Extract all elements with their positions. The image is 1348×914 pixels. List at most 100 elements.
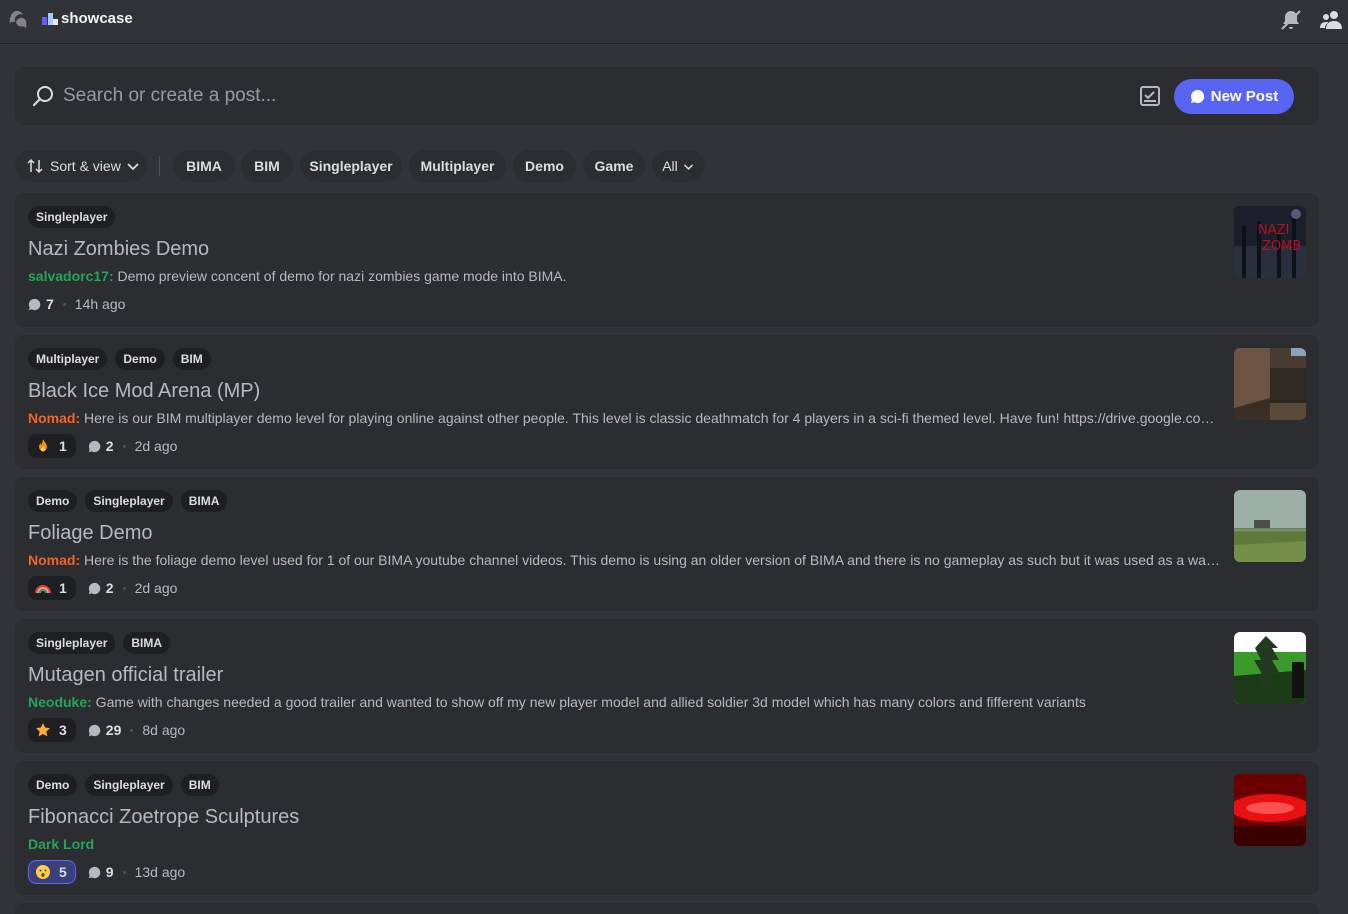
post-preview: Dark Lord <box>28 836 1220 852</box>
post-tag: Singleplayer <box>85 774 173 796</box>
new-post-button[interactable]: New Post <box>1174 79 1294 114</box>
post-message: Demo preview concent of demo for nazi zo… <box>113 268 567 284</box>
post-meta: 3 29 8d ago <box>28 718 185 742</box>
comment-count-value: 7 <box>46 296 54 312</box>
sort-view-button[interactable]: Sort & view <box>15 150 147 182</box>
post-tags: Demo Singleplayer BIMA <box>28 490 228 512</box>
post-author[interactable]: Neoduke <box>28 694 87 710</box>
meta-separator <box>122 586 126 590</box>
reaction-button[interactable]: 1 <box>28 434 76 458</box>
meta-separator <box>62 302 66 306</box>
post-tag: Demo <box>115 348 165 370</box>
post-author[interactable]: Nomad <box>28 410 75 426</box>
reaction-count: 1 <box>59 580 67 596</box>
post-message: Here is the foliage demo level used for … <box>80 552 1220 568</box>
chevron-down-icon <box>127 163 139 171</box>
post-card-partial[interactable] <box>15 903 1319 914</box>
tag-filter-label: Multiplayer <box>420 158 495 174</box>
comment-count-value: 29 <box>105 722 122 738</box>
post-tag: BIMA <box>180 490 228 512</box>
post-thumbnail[interactable] <box>1234 348 1306 420</box>
search-icon <box>32 86 53 107</box>
comment-bubble-icon <box>88 724 101 736</box>
post-tag: Multiplayer <box>28 348 108 370</box>
post-message: Game with changes needed a good trailer … <box>91 694 1086 710</box>
post-tag: Demo <box>28 490 78 512</box>
post-timestamp: 2d ago <box>134 438 178 454</box>
checklist-icon[interactable] <box>1139 85 1161 107</box>
post-meta: 1 2 2d ago <box>28 434 177 458</box>
post-tag: Singleplayer <box>28 632 116 654</box>
reaction-button[interactable]: 5 <box>28 860 76 884</box>
search-input[interactable] <box>63 81 963 111</box>
post-meta: 5 9 13d ago <box>28 860 185 884</box>
tag-filter-all-dropdown[interactable]: All <box>652 150 705 182</box>
star-icon <box>35 722 51 738</box>
post-meta: 7 14h ago <box>28 292 125 316</box>
comment-count: 2 <box>88 438 114 454</box>
tag-filter-multiplayer[interactable]: Multiplayer <box>409 150 506 182</box>
fire-icon <box>35 438 51 454</box>
post-card[interactable]: Singleplayer BIMA Mutagen official trailer… <box>15 619 1319 753</box>
post-title: Foliage Demo <box>28 522 153 544</box>
post-thumbnail[interactable] <box>1234 632 1306 704</box>
post-tags: Demo Singleplayer BIM <box>28 774 219 796</box>
post-thumbnail[interactable]: NAZI ZOMB <box>1234 206 1306 278</box>
member-list-icon[interactable] <box>1319 8 1343 32</box>
meta-separator <box>122 870 126 874</box>
svg-text:ZOMB: ZOMB <box>1262 239 1301 254</box>
post-timestamp: 13d ago <box>134 864 186 880</box>
post-preview: salvadorc17: Demo preview concent of dem… <box>28 268 1220 284</box>
sort-icon <box>27 158 43 174</box>
post-tags: Singleplayer <box>28 206 116 228</box>
post-author[interactable]: Dark Lord <box>28 836 94 852</box>
comment-count: 9 <box>88 864 114 880</box>
reaction-count: 1 <box>59 438 67 454</box>
tag-filter-bim[interactable]: BIM <box>241 150 293 182</box>
post-tag: Demo <box>28 774 78 796</box>
post-author[interactable]: Nomad <box>28 552 75 568</box>
sort-view-label: Sort & view <box>50 158 121 174</box>
post-thumbnail[interactable] <box>1234 490 1306 562</box>
post-card[interactable]: Singleplayer Nazi Zombies Demo salvadorc17… <box>15 193 1319 327</box>
post-tag: BIM <box>180 774 219 796</box>
reaction-button[interactable]: 1 <box>28 576 76 600</box>
tag-filter-label: Game <box>594 158 634 174</box>
tag-filter-label: Singleplayer <box>309 158 393 174</box>
channel-header: showcase <box>0 0 1348 44</box>
comment-count-value: 2 <box>105 580 114 596</box>
post-author[interactable]: salvadorc17 <box>28 268 109 284</box>
channel-emoji-icon <box>42 13 58 25</box>
tag-filter-label: BIM <box>254 158 280 174</box>
new-post-label: New Post <box>1210 88 1279 105</box>
channel-name: showcase <box>61 10 133 27</box>
post-title: Nazi Zombies Demo <box>28 238 210 260</box>
reaction-count: 3 <box>59 722 67 738</box>
post-preview: Nomad: Here is the foliage demo level us… <box>28 552 1220 568</box>
tag-filter-demo[interactable]: Demo <box>513 150 576 182</box>
post-thumbnail[interactable] <box>1234 774 1306 846</box>
post-card[interactable]: Demo Singleplayer BIMA Foliage Demo Nomad: H… <box>15 477 1319 611</box>
tag-filter-bima[interactable]: BIMA <box>173 150 235 182</box>
tag-filter-game[interactable]: Game <box>583 150 645 182</box>
post-card[interactable]: Demo Singleplayer BIM Fibonacci Zoetrope Sc… <box>15 761 1319 895</box>
post-tag: Singleplayer <box>85 490 173 512</box>
meta-separator <box>130 728 134 732</box>
post-timestamp: 8d ago <box>142 722 186 738</box>
reaction-button[interactable]: 3 <box>28 718 76 742</box>
post-title: Mutagen official trailer <box>28 664 224 686</box>
comment-count: 7 <box>28 296 54 312</box>
tag-filter-singleplayer[interactable]: Singleplayer <box>300 150 402 182</box>
tag-filter-label: Demo <box>525 158 564 174</box>
post-title: Fibonacci Zoetrope Sculptures <box>28 806 300 828</box>
tag-filter-label: BIMA <box>186 158 222 174</box>
post-card[interactable]: Multiplayer Demo BIM Black Ice Mod Arena (M… <box>15 335 1319 469</box>
rainbow-icon <box>35 580 51 596</box>
notifications-muted-icon[interactable] <box>1279 8 1303 32</box>
comment-count: 2 <box>88 580 114 596</box>
post-tag: Singleplayer <box>28 206 116 228</box>
chevron-down-icon <box>683 163 693 170</box>
post-tag: BIMA <box>123 632 171 654</box>
astonished-icon <box>35 864 51 880</box>
comment-bubble-icon <box>88 582 101 594</box>
